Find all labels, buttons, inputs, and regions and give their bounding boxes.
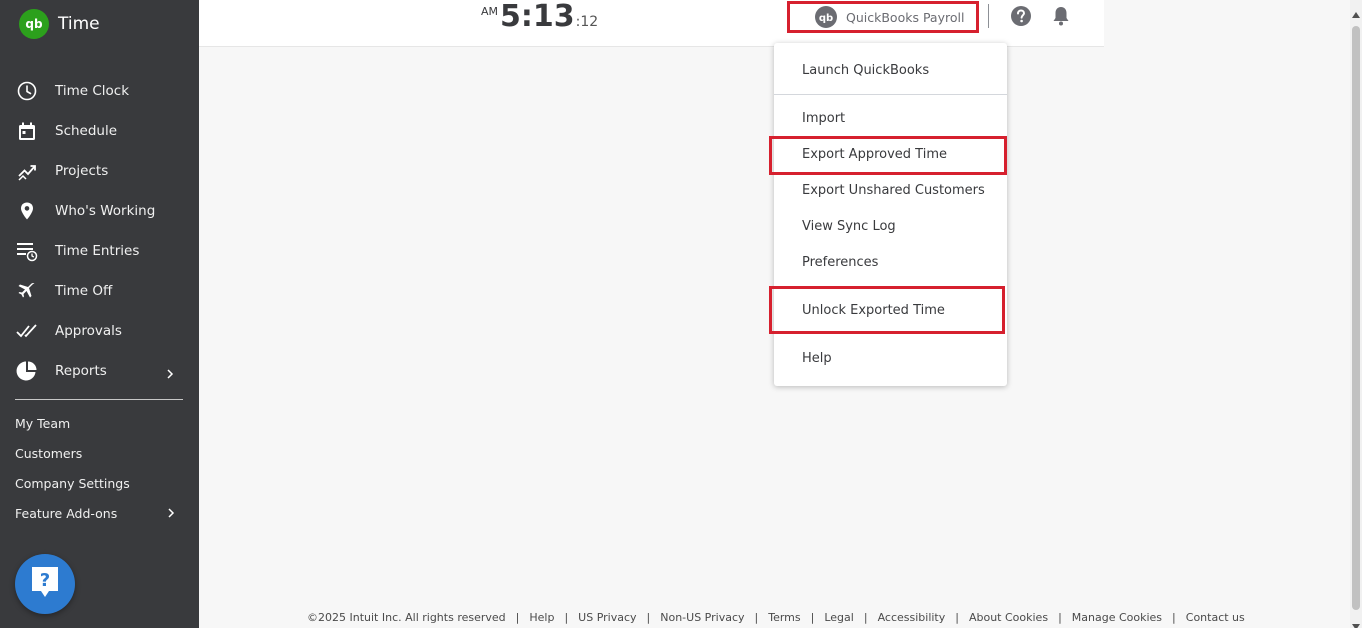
sidebar-item-customers[interactable]: Customers (15, 441, 185, 465)
question-bubble-icon: ? (29, 564, 61, 604)
footer-link-contact-us[interactable]: Contact us (1186, 611, 1245, 624)
quickbooks-logo: qb (19, 9, 49, 39)
menu-divider (774, 94, 1007, 95)
bell-icon[interactable] (1050, 5, 1072, 27)
footer-separator: | (955, 610, 959, 624)
nav-label: Approvals (55, 323, 122, 339)
quickbooks-logo-icon: qb (815, 6, 837, 28)
nav-item-reports[interactable]: Reports (0, 351, 199, 391)
list-clock-icon (16, 240, 38, 262)
menu-item-unlock-exported-time[interactable]: Unlock Exported Time (774, 292, 1007, 328)
page-scrollbar[interactable] (1350, 0, 1362, 628)
nav-item-schedule[interactable]: Schedule (0, 111, 199, 151)
scroll-down-arrow-icon[interactable] (1352, 616, 1360, 628)
scrollbar-thumb[interactable] (1352, 26, 1360, 610)
footer-link-help[interactable]: Help (529, 611, 554, 624)
app-name: Time (58, 14, 100, 34)
menu-item-import[interactable]: Import (774, 100, 1007, 136)
footer-link-us-privacy[interactable]: US Privacy (578, 611, 636, 624)
nav-item-time-clock[interactable]: Time Clock (0, 71, 199, 111)
trend-icon (16, 160, 38, 182)
nav-item-time-entries[interactable]: Time Entries (0, 231, 199, 271)
menu-item-view-sync-log[interactable]: View Sync Log (774, 208, 1007, 244)
sidebar-item-company-settings[interactable]: Company Settings (15, 471, 185, 495)
help-icon[interactable] (1010, 5, 1032, 27)
nav-label: Schedule (55, 123, 118, 139)
menu-item-export-unshared-customers[interactable]: Export Unshared Customers (774, 172, 1007, 208)
sidebar-divider (15, 399, 183, 400)
quickbooks-menu: Launch QuickBooks Import Export Approved… (774, 43, 1007, 386)
nav-label: Time Off (55, 283, 113, 299)
svg-text:?: ? (40, 570, 50, 591)
footer: ©2025 Intuit Inc. All rights reserved | … (307, 609, 1245, 625)
nav-label: Time Entries (55, 243, 140, 259)
sidebar-item-my-team[interactable]: My Team (15, 411, 185, 435)
nav-item-projects[interactable]: Projects (0, 151, 199, 191)
clock-display: AM 5:13 :12 (481, 0, 598, 40)
brand[interactable]: qb Time (19, 9, 100, 39)
pie-chart-icon (16, 360, 38, 382)
nav-label: Projects (55, 163, 109, 179)
footer-link-terms[interactable]: Terms (768, 611, 800, 624)
nav-label: Reports (55, 363, 107, 379)
footer-separator: | (810, 610, 815, 624)
sidebar-item-label: Feature Add-ons (15, 505, 118, 521)
footer-separator: | (1058, 610, 1062, 624)
footer-link-manage-cookies[interactable]: Manage Cookies (1072, 611, 1162, 624)
footer-separator: | (1172, 610, 1176, 624)
footer-link-about-cookies[interactable]: About Cookies (969, 611, 1048, 624)
nav-item-time-off[interactable]: Time Off (0, 271, 199, 311)
footer-separator: | (863, 610, 868, 624)
clock-ampm: AM (481, 5, 499, 18)
menu-item-preferences[interactable]: Preferences (774, 244, 1007, 280)
menu-item-help[interactable]: Help (774, 340, 1007, 376)
map-pin-icon (16, 200, 38, 222)
footer-separator: | (515, 610, 520, 624)
footer-link-non-us-privacy[interactable]: Non-US Privacy (660, 611, 744, 624)
clock-seconds: :12 (575, 14, 599, 30)
sidebar: qb Time Time Clock Schedule Projects Who… (0, 0, 199, 628)
scroll-up-arrow-icon[interactable] (1352, 4, 1360, 18)
svg-text:qb: qb (819, 13, 833, 24)
nav-item-whos-working[interactable]: Who's Working (0, 191, 199, 231)
help-chat-button[interactable]: ? (15, 554, 75, 614)
clock-icon (16, 80, 38, 102)
footer-separator: | (754, 610, 759, 624)
chevron-right-icon (165, 507, 177, 519)
calendar-icon (16, 120, 38, 142)
airplane-icon (16, 280, 38, 302)
menu-item-launch-quickbooks[interactable]: Launch QuickBooks (774, 52, 1007, 88)
nav-label: Time Clock (55, 83, 130, 99)
footer-link-accessibility[interactable]: Accessibility (878, 611, 946, 624)
nav-label: Who's Working (55, 203, 156, 219)
quickbooks-payroll-button[interactable]: qb QuickBooks Payroll (787, 1, 979, 33)
footer-link-legal[interactable]: Legal (824, 611, 853, 624)
menu-item-export-approved-time[interactable]: Export Approved Time (774, 136, 1007, 172)
chevron-right-icon (164, 365, 176, 379)
footer-copyright: ©2025 Intuit Inc. All rights reserved (307, 610, 506, 624)
footer-separator: | (646, 610, 651, 624)
header-divider (988, 4, 989, 28)
clock-time: 5:13 (500, 0, 575, 34)
sidebar-item-feature-add-ons[interactable]: Feature Add-ons (15, 501, 185, 525)
double-check-icon (16, 320, 38, 342)
footer-separator: | (564, 610, 569, 624)
nav-item-approvals[interactable]: Approvals (0, 311, 199, 351)
svg-text:qb: qb (25, 17, 43, 31)
quickbooks-payroll-label: QuickBooks Payroll (846, 9, 965, 25)
